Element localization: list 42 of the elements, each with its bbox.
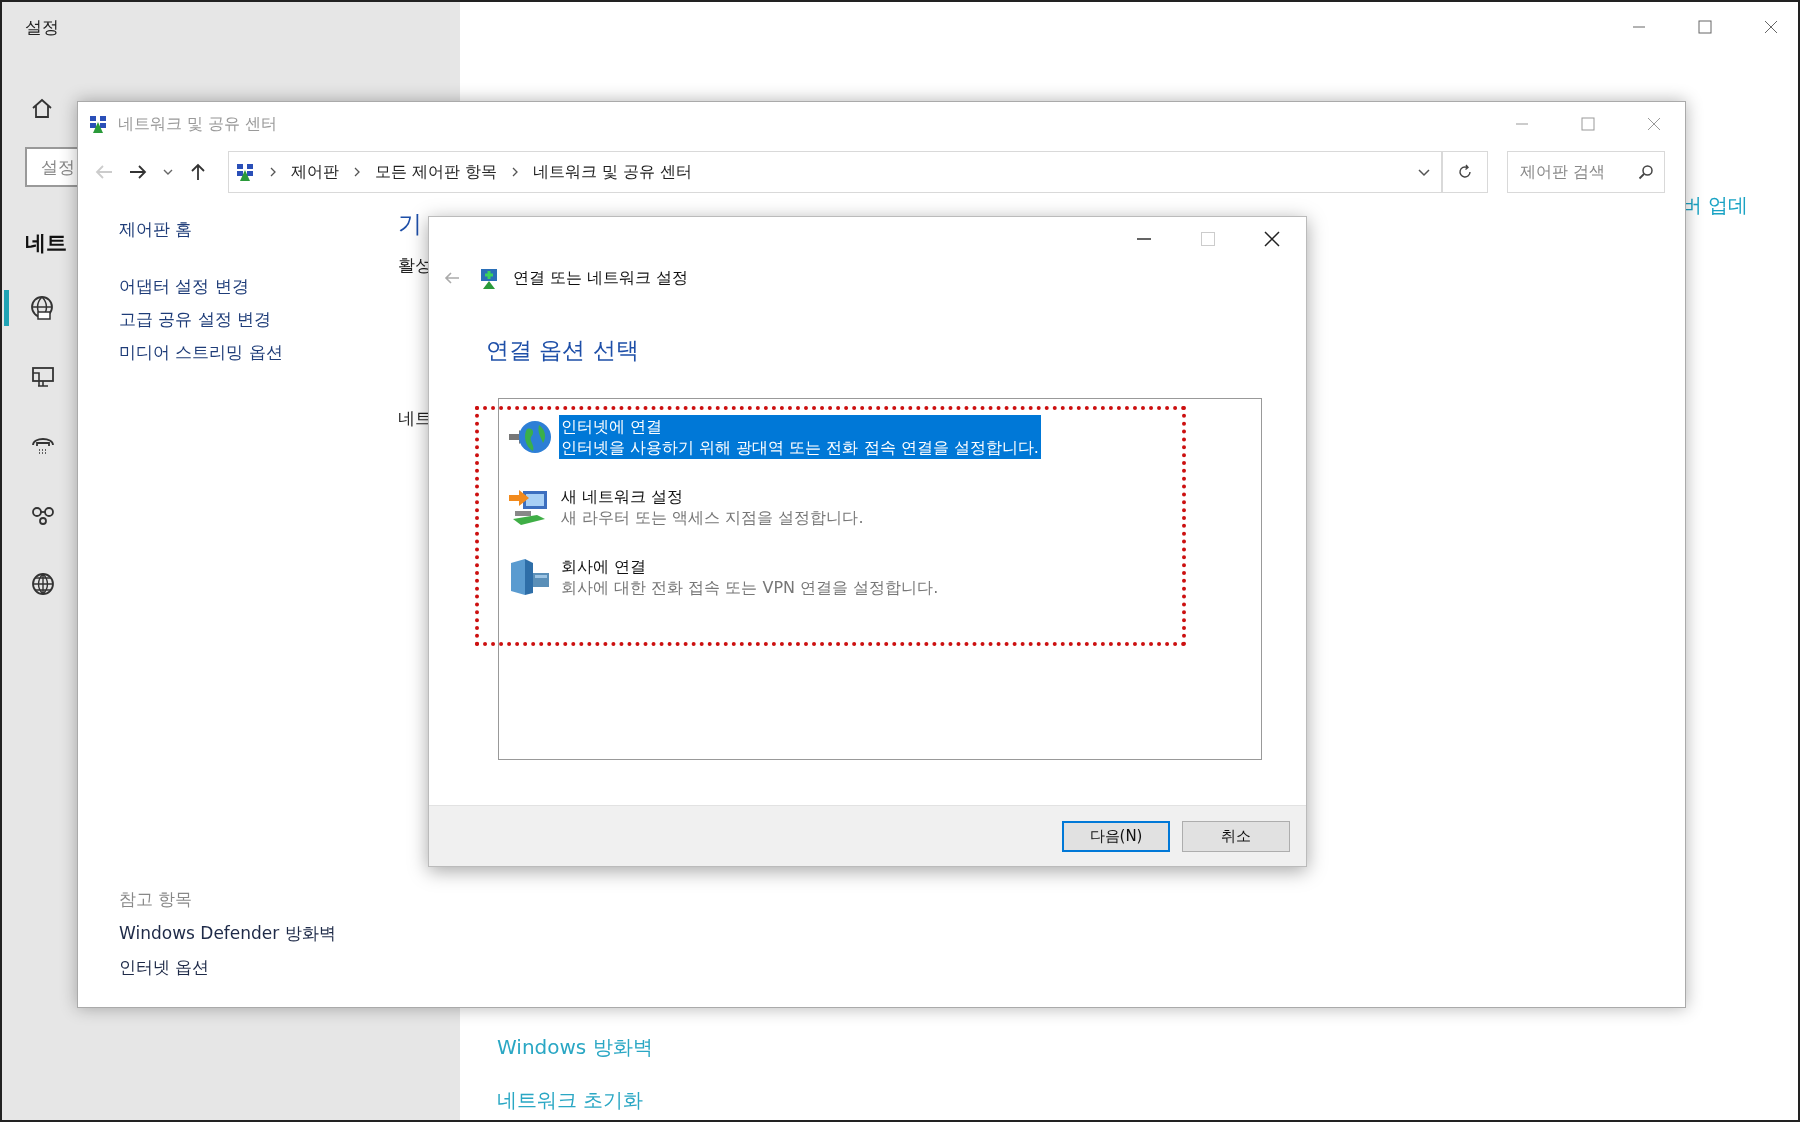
search-field[interactable]: 제어판 검색 (1507, 151, 1665, 193)
network-icon (88, 114, 108, 134)
chevron-icon (269, 167, 277, 177)
section-label: 참고 항목 (119, 888, 193, 911)
network-icon (235, 162, 255, 182)
window-title: 설정 (25, 16, 59, 39)
see-also-link[interactable]: 인터넷 옵션 (119, 956, 210, 979)
globe-icon (30, 571, 56, 597)
globe-icon (30, 295, 56, 321)
refresh-button[interactable] (1442, 151, 1488, 193)
task-link[interactable]: 제어판 홈 (119, 218, 193, 241)
option-title: 인터넷에 연결 (561, 416, 664, 437)
sidebar-item[interactable] (4, 290, 56, 326)
task-link[interactable]: 고급 공유 설정 변경 (119, 308, 272, 331)
window-title: 네트워크 및 공유 센터 (118, 113, 278, 135)
option-item[interactable]: 새 네트워크 설정 새 라우터 또는 액세스 지점을 설정합니다. (507, 485, 866, 529)
option-description: 새 라우터 또는 액세스 지점을 설정합니다. (561, 507, 864, 528)
option-description: 인터넷을 사용하기 위해 광대역 또는 전화 접속 연결을 설정합니다. (561, 437, 1039, 458)
dialog-button[interactable]: 다음(N) (1062, 820, 1170, 852)
task-link[interactable]: 미디어 스트리밍 옵션 (119, 341, 283, 364)
breadcrumb-item[interactable]: 네트워크 및 공유 센터 (533, 161, 693, 183)
option-title: 새 네트워크 설정 (561, 486, 685, 507)
chevron-icon (353, 167, 361, 177)
task-link[interactable]: 어댑터 설정 변경 (119, 275, 249, 298)
option-item[interactable]: 회사에 연결 회사에 대한 전화 접속 또는 VPN 연결을 설정합니다. (507, 555, 941, 599)
address-bar[interactable]: 제어판 모든 제어판 항목 네트워크 및 공유 센터 (228, 151, 1442, 193)
page-heading: 기 (398, 209, 422, 240)
dialog-heading: 연결 옵션 선택 (486, 336, 640, 365)
see-also-link[interactable]: Windows Defender 방화벽 (119, 922, 336, 945)
breadcrumb-item[interactable]: 제어판 (291, 161, 339, 183)
breadcrumb-item[interactable]: 모든 제어판 항목 (375, 161, 498, 183)
dialog-button[interactable]: 취소 (1182, 820, 1290, 852)
section-heading: 네트 (25, 230, 67, 257)
close-icon[interactable] (1264, 231, 1280, 247)
search-icon (1638, 164, 1654, 180)
home-icon[interactable] (31, 97, 53, 119)
refresh-icon (1457, 164, 1473, 180)
dialog-title: 연결 또는 네트워크 설정 (513, 267, 689, 289)
chevron-icon (511, 167, 520, 177)
option-title: 회사에 연결 (561, 556, 648, 577)
monitor-icon (30, 364, 56, 390)
option-description: 회사에 대한 전화 접속 또는 VPN 연결을 설정합니다. (561, 577, 939, 598)
